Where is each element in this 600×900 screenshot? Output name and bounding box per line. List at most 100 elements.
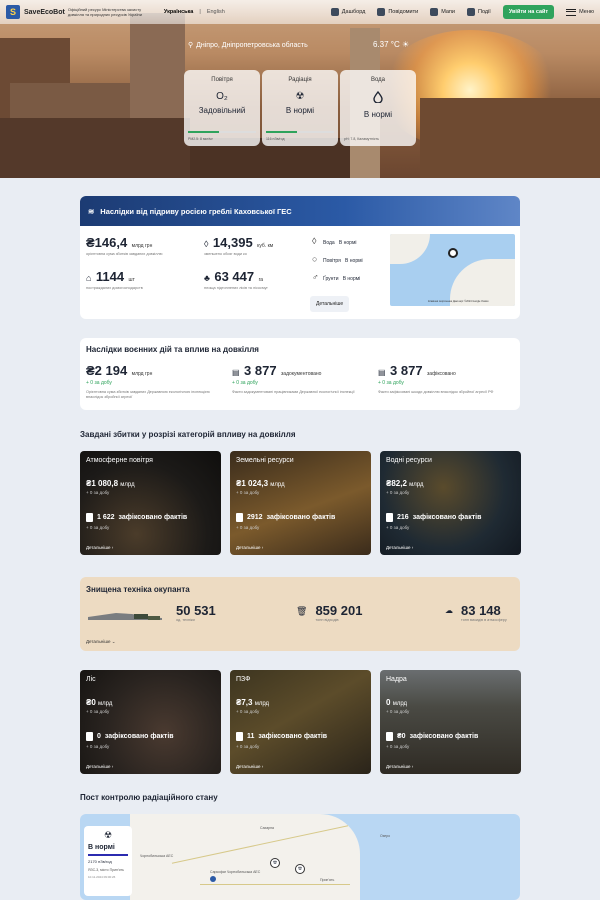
kakhovka-header: ≋ Наслідки від підриву росією греблі Ках… [80, 196, 520, 226]
tile-details-link[interactable]: Детальніше › [386, 764, 413, 769]
chevron-right-icon: › [411, 545, 414, 550]
tile-protected-areas[interactable]: ПЗФ ₴7,3 млрд + 0 за добу 11 зафіксовано … [230, 670, 371, 774]
nav-label: Мапи [441, 9, 455, 15]
radiation-level-fill [266, 131, 297, 133]
tile-air[interactable]: Атмосферне повітря ₴1 080,8 млрд + 0 за … [80, 451, 221, 555]
water-card[interactable]: Вода В нормі рН: 7.8, Каламутність [340, 70, 416, 146]
status-value: В нормі [338, 240, 357, 246]
soil-icon: ♂ [312, 272, 319, 282]
war-stat-documented: ▤ 3 877 задокументовано + 0 за добу Факт… [232, 362, 367, 395]
tile-details-link[interactable]: Детальніше › [236, 764, 263, 769]
tile-details-link[interactable]: Детальніше › [236, 545, 263, 550]
map-icon [430, 8, 439, 16]
tile-unit: млрд [254, 701, 270, 707]
top-navigation: S SaveEcoBot Офіційний ресурс Міністерст… [0, 0, 600, 24]
tile-facts: 11 [247, 733, 255, 740]
tile-delta: + 0 за добу [236, 744, 260, 749]
radiation-level-bar [266, 131, 334, 133]
tile-details-link[interactable]: Детальніше › [386, 545, 413, 550]
radiation-map-card[interactable]: Сахарна Чорнобильська АЕС Саркофаг Чорно… [80, 814, 520, 900]
location-label: Дніпро, Дніпропетровська область [196, 41, 308, 49]
stat-delta: + 0 за добу [86, 380, 112, 386]
tile-forest[interactable]: Ліс ₴0 млрд + 0 за добу 0 зафіксовано фак… [80, 670, 221, 774]
kakhovka-stat-households: ⌂ 1144 шт постраждалих домогосподарств [86, 268, 143, 291]
status-value: В нормі [345, 258, 363, 264]
stat-unit: млрд грн [131, 243, 153, 249]
burger-icon [566, 8, 577, 16]
details-label: Детальніше [86, 545, 111, 550]
nav-events[interactable]: Події [466, 8, 491, 16]
map-attribution: Клавішні скорочення Дані карт ©2024 Goog… [428, 300, 489, 303]
nav-report[interactable]: Повідомити [377, 8, 418, 16]
stat-value: 83 148 [461, 603, 501, 618]
stat-label: од. техніки [176, 618, 195, 622]
radiation-station-card[interactable]: ☢ В нормі 2170 нЗв/год ЯЗС-3, місто Прип… [84, 826, 132, 896]
kakhovka-status-list: ◊ Вода В нормі ○ Повітря В нормі ♂ Ґрунти В… [312, 234, 363, 288]
tech-details-link[interactable]: Детальніше ⌄ [86, 639, 116, 645]
oxygen-icon: ○ [312, 254, 318, 264]
radiation-icon: ☢ [103, 830, 113, 840]
details-label: Детальніше [386, 764, 411, 769]
kakhovka-card: ≋ Наслідки від підриву росією греблі Ках… [80, 196, 520, 319]
chevron-right-icon: › [111, 764, 114, 769]
kakhovka-details-button[interactable]: Детальніше [310, 296, 350, 312]
menu-button[interactable]: Меню [566, 8, 594, 16]
logo-text: SaveEcoBot [24, 8, 65, 16]
map-point-icon[interactable] [210, 876, 216, 882]
stat-value: 63 447 [214, 269, 255, 284]
language-switcher: Українська | English [163, 9, 225, 15]
document-icon [236, 732, 243, 741]
tile-delta: + 0 за добу [386, 744, 410, 749]
status-label: Повітря [323, 258, 341, 264]
tile-facts-label: зафіксовано фактів [412, 514, 482, 521]
document-icon [86, 513, 93, 522]
air-card[interactable]: Повітря O₂ Задовільний PM2.5: 8 мкг/м³ [184, 70, 260, 146]
map-marker-icon[interactable] [448, 248, 458, 258]
tile-unit: млрд [392, 701, 408, 707]
lang-en[interactable]: English [207, 9, 225, 15]
tile-facts-label: зафіксовано фактів [118, 514, 188, 521]
radiation-card-title: Радіація [288, 77, 312, 83]
radiation-marker-icon[interactable]: ☢ [270, 858, 280, 868]
site-logo[interactable]: S SaveEcoBot [6, 5, 65, 19]
radiation-marker-icon[interactable]: ☢ [295, 864, 305, 874]
building [420, 98, 600, 178]
tile-water[interactable]: Водні ресурси ₴82,2 млрд + 0 за добу 216… [380, 451, 521, 555]
tile-name: Ліс [86, 676, 96, 683]
nav-label: Дашборд [341, 9, 366, 15]
radiation-value: 2170 нЗв/год [88, 858, 112, 864]
radiation-card[interactable]: Радіація ☢ В нормі 116 нЗв/год [262, 70, 338, 146]
tile-name: Земельні ресурси [236, 457, 294, 464]
building [0, 118, 190, 178]
tile-name: Водні ресурси [386, 457, 432, 464]
tile-facts-label: зафіксовано фактів [409, 733, 479, 740]
tile-value: ₴0 [86, 698, 96, 707]
menu-label: Меню [579, 9, 594, 15]
map-land [450, 259, 515, 306]
water-card-note: рН: 7.8, Каламутність [344, 137, 379, 141]
map-land [390, 234, 430, 264]
login-button[interactable]: Увійти на сайт [502, 5, 555, 19]
details-label: Детальніше [386, 545, 411, 550]
stat-desc: Факти зафіксовані шкоди довкіллю внаслід… [378, 390, 494, 394]
temperature: 6.37 °C ☀ [373, 40, 409, 49]
tile-land[interactable]: Земельні ресурси ₴1 024,3 млрд + 0 за до… [230, 451, 371, 555]
location-selector[interactable]: ⚲ Дніпро, Дніпропетровська область [188, 41, 308, 50]
tile-details-link[interactable]: Детальніше › [86, 545, 113, 550]
status-row-soil: ♂ Ґрунти В нормі [312, 270, 363, 288]
lang-uk[interactable]: Українська [164, 9, 194, 15]
kakhovka-title: Наслідки від підриву росією греблі Кахов… [100, 206, 292, 216]
damages-title: Завдані збитки у розрізі категорій вплив… [80, 430, 296, 439]
war-stat-damage: ₴2 194 млрд грн + 0 за добу Орієнтовна с… [86, 362, 221, 400]
trash-icon: 🗑 [296, 606, 308, 616]
kakhovka-map[interactable]: Клавішні скорочення Дані карт ©2024 Goog… [390, 234, 515, 306]
kakhovka-stat-damage: ₴146,4 млрд грн орієнтовна сума збитків … [86, 234, 162, 257]
nav-dashboard[interactable]: Дашборд [330, 8, 366, 16]
tile-unit: млрд [409, 482, 424, 488]
tile-subsoil[interactable]: Надра 0 млрд + 0 за добу ₴0 зафіксовано ф… [380, 670, 521, 774]
tile-delta: + 0 за добу [386, 490, 410, 495]
nav-maps[interactable]: Мапи [430, 8, 455, 16]
tile-delta: + 0 за добу [236, 525, 260, 530]
tile-details-link[interactable]: Детальніше › [86, 764, 113, 769]
status-underline [88, 854, 128, 856]
